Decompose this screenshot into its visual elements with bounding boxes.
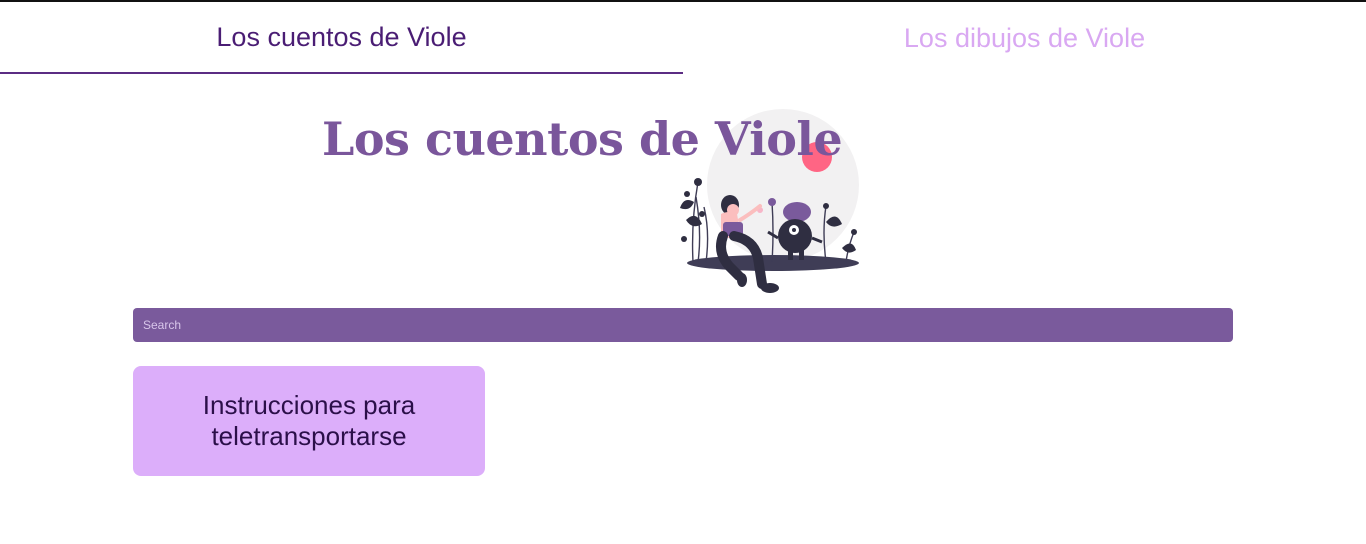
story-card[interactable]: Instrucciones para teletransportarse [133, 366, 485, 476]
tab-los-cuentos[interactable]: Los cuentos de Viole [0, 2, 683, 74]
main-nav-tabs: Los cuentos de Viole Los dibujos de Viol… [0, 2, 1366, 74]
story-card-title: Instrucciones para teletransportarse [202, 390, 416, 451]
search-bar [133, 308, 1233, 342]
tab-los-dibujos[interactable]: Los dibujos de Viole [683, 2, 1366, 74]
search-input[interactable] [133, 308, 1233, 342]
page-title: Los cuentos de Viole [322, 112, 843, 166]
